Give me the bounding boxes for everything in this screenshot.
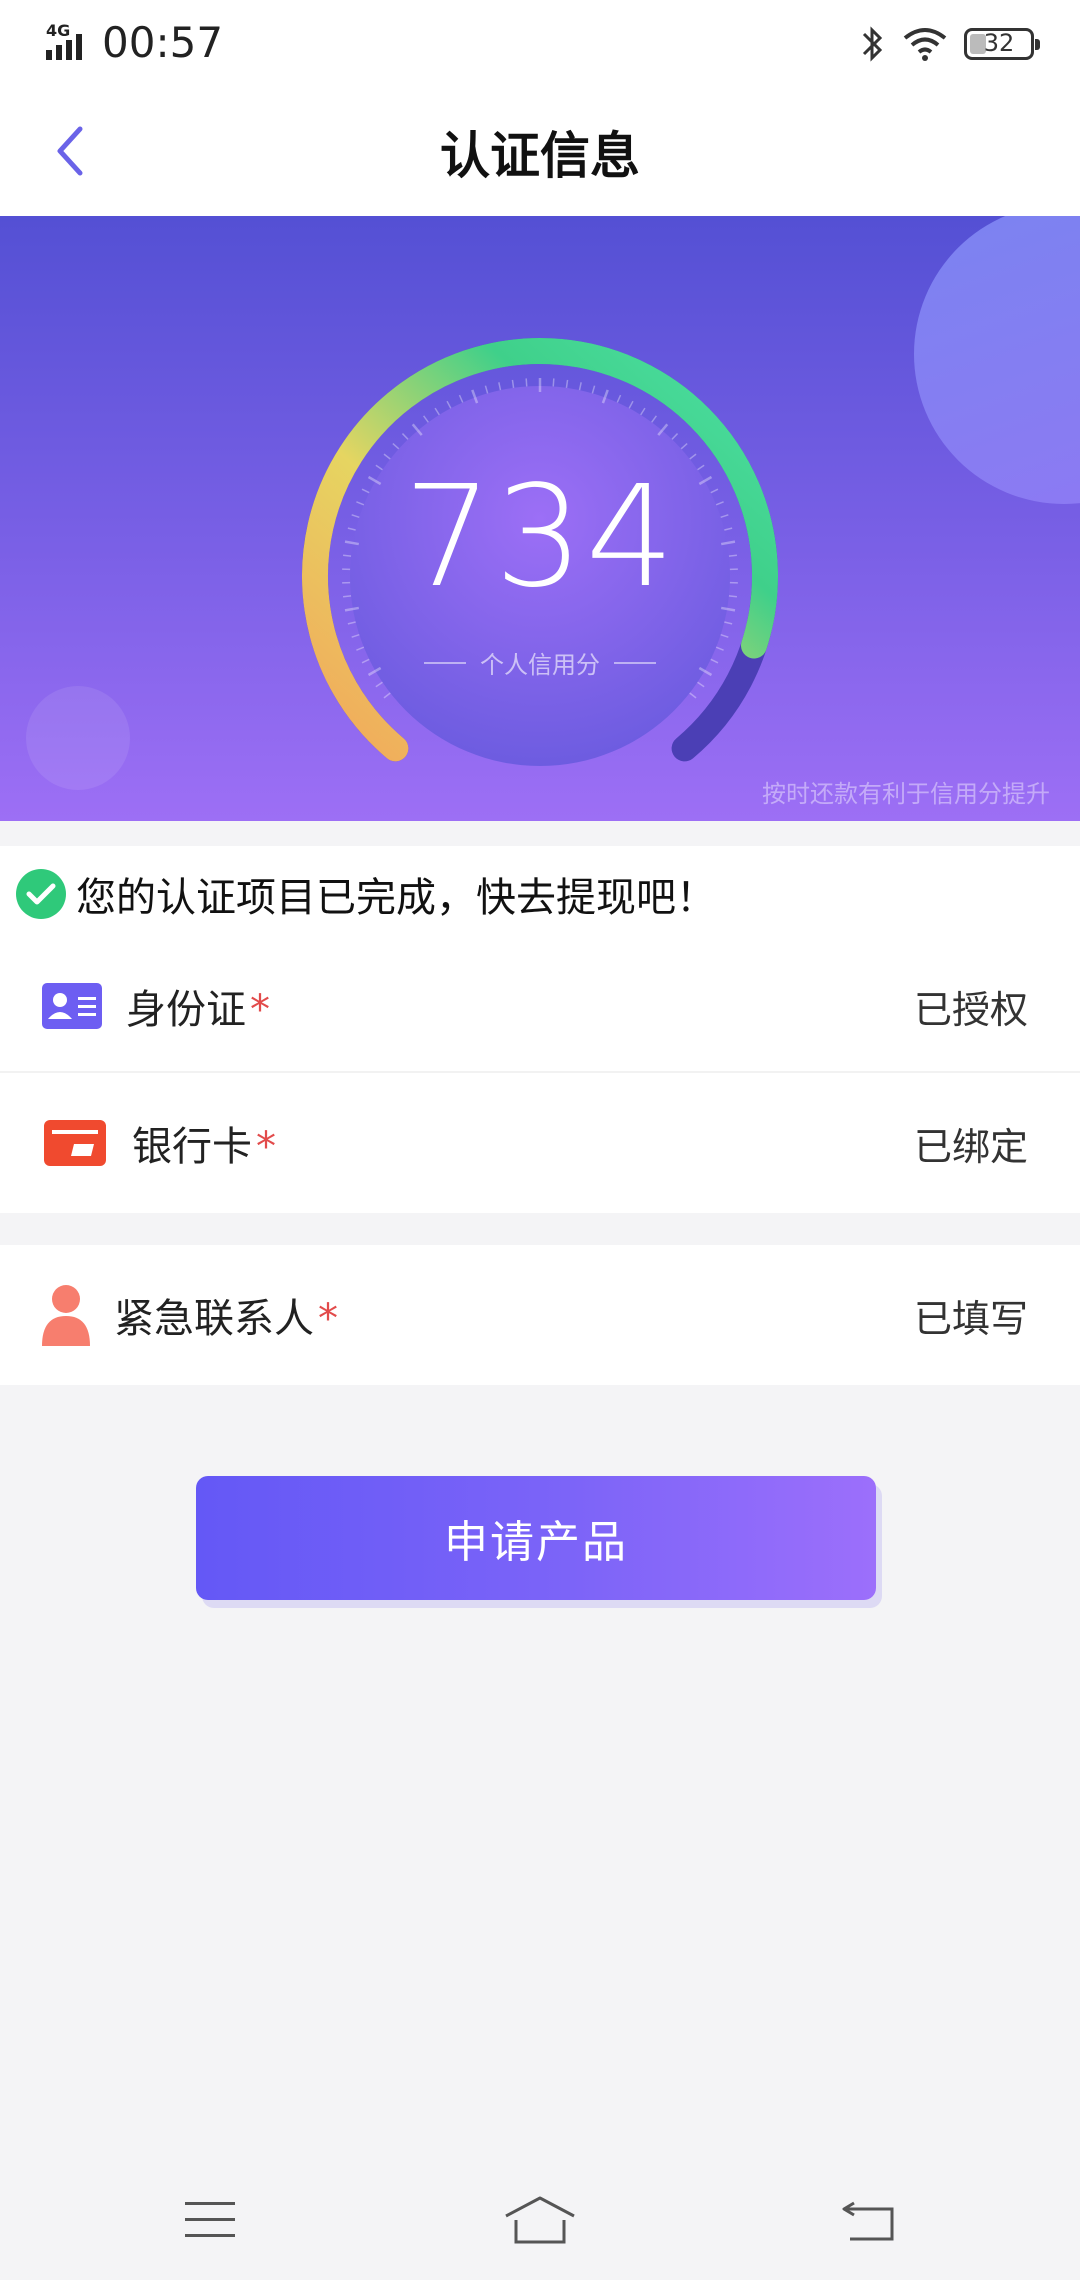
- bluetooth-icon: [862, 26, 883, 62]
- bank-card-icon: [44, 1120, 106, 1166]
- gauge-tick: [375, 681, 383, 688]
- gauge-tick: [458, 394, 464, 403]
- gauge-tick: [347, 621, 356, 625]
- gauge-tick: [697, 681, 705, 688]
- signal-icon: 4G: [46, 21, 82, 60]
- notice-text: 您的认证项目已完成，快去提现吧！: [76, 875, 716, 921]
- gauge-tick: [446, 400, 452, 409]
- status-bar: 4G 00:57 32: [0, 0, 1080, 86]
- gauge-tick: [640, 407, 646, 416]
- gauge-tick: [351, 633, 360, 638]
- apply-product-button[interactable]: 申请产品: [196, 1476, 876, 1600]
- network-type: 4G: [46, 21, 70, 40]
- gauge-tick: [720, 633, 729, 638]
- battery-level: 32: [983, 29, 1015, 57]
- auth-item-bank-card[interactable]: 银行卡 * 已绑定: [0, 1073, 1080, 1213]
- page-title: 认证信息: [440, 127, 640, 185]
- status-time: 00:57: [102, 18, 224, 67]
- auth-item-label: 紧急联系人 *: [114, 1296, 338, 1342]
- auth-item-id-card[interactable]: 身份证 * 已授权: [0, 936, 1080, 1076]
- gauge-tick: [525, 378, 528, 387]
- system-nav-bar: [0, 2160, 1080, 2280]
- nav-home-button[interactable]: [500, 2190, 580, 2250]
- auth-item-emergency-contact[interactable]: 紧急联系人 * 已填写: [0, 1245, 1080, 1385]
- credit-score: 734: [403, 456, 677, 619]
- menu-icon: [185, 2202, 235, 2237]
- auth-item-label: 银行卡 *: [132, 1124, 276, 1170]
- gauge-tick: [484, 385, 489, 394]
- auth-item-label: 身份证 *: [126, 987, 270, 1033]
- gauge-tick: [511, 379, 515, 388]
- check-circle-icon: [16, 869, 66, 919]
- gauge-tick: [651, 415, 657, 423]
- auth-item-status: 已绑定: [913, 1124, 1028, 1169]
- gauge-tick: [434, 407, 440, 416]
- status-right: 32: [858, 22, 1040, 66]
- home-icon: [505, 2196, 575, 2244]
- completion-notice: 您的认证项目已完成，快去提现吧！: [0, 846, 1080, 942]
- gauge-tick: [628, 400, 634, 409]
- gauge-tick: [578, 382, 582, 391]
- required-mark: *: [256, 1124, 276, 1170]
- header: 认证信息: [0, 86, 1080, 216]
- gauge-tick: [689, 692, 697, 699]
- required-mark: *: [318, 1296, 338, 1342]
- gauge-tick: [383, 692, 391, 699]
- gauge-tick: [498, 382, 502, 391]
- credit-hint: 按时还款有利于信用分提升: [762, 780, 1050, 808]
- gauge-tick: [616, 394, 622, 403]
- gauge-tick: [392, 442, 400, 450]
- decor-bubble-small: [26, 686, 130, 790]
- auth-item-status: 已填写: [913, 1296, 1028, 1341]
- id-card-icon: [42, 983, 102, 1029]
- gauge-tick: [401, 433, 409, 440]
- wifi-icon: [903, 28, 947, 61]
- battery-icon: 32: [964, 28, 1040, 60]
- back-icon: [842, 2201, 894, 2241]
- gauge-tick: [591, 385, 596, 394]
- gauge-tick: [724, 621, 733, 625]
- gauge-tick: [552, 378, 555, 387]
- auth-item-status: 已授权: [913, 987, 1028, 1032]
- credit-score-label: 个人信用分: [480, 651, 600, 679]
- nav-back-button[interactable]: [830, 2190, 910, 2250]
- contact-person-icon: [42, 1285, 90, 1346]
- gauge-tick: [671, 433, 679, 440]
- gauge-tick: [565, 379, 569, 388]
- gauge-tick: [680, 442, 688, 450]
- gauge-tick: [423, 415, 429, 423]
- required-mark: *: [250, 987, 270, 1033]
- credit-score-label-row: 个人信用分: [0, 645, 1080, 680]
- credit-banner: 734 个人信用分 按时还款有利于信用分提升: [0, 216, 1080, 821]
- nav-menu-button[interactable]: [170, 2190, 250, 2250]
